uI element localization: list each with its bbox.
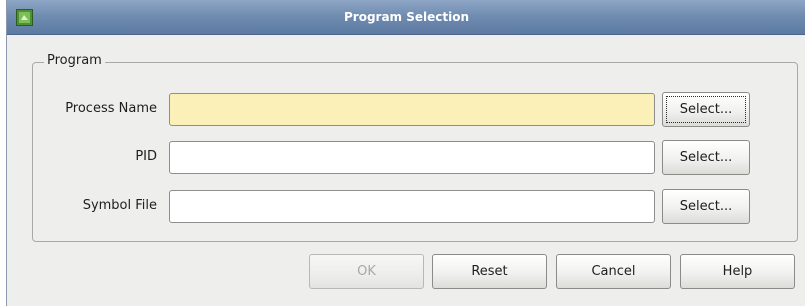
pid-select-button[interactable]: Select... <box>662 140 750 175</box>
process-name-select-label: Select... <box>679 102 733 117</box>
pid-input[interactable] <box>169 141 655 174</box>
reset-button[interactable]: Reset <box>432 254 547 289</box>
window-title: Program Selection <box>343 10 470 24</box>
ok-button[interactable]: OK <box>309 254 424 289</box>
ok-button-label: OK <box>357 264 376 279</box>
pid-select-label: Select... <box>679 150 733 165</box>
reset-button-label: Reset <box>471 264 508 279</box>
process-name-select-button[interactable]: Select... <box>662 92 750 127</box>
pid-label: PID <box>135 149 157 164</box>
cancel-button[interactable]: Cancel <box>556 254 671 289</box>
program-group-label: Program <box>44 53 105 69</box>
help-button[interactable]: Help <box>680 254 795 289</box>
program-selection-dialog: Program Selection Program Process Name S… <box>6 0 805 306</box>
symbol-file-label: Symbol File <box>82 198 157 213</box>
help-button-label: Help <box>722 264 753 279</box>
cancel-button-label: Cancel <box>591 264 636 279</box>
title-bar[interactable]: Program Selection <box>7 0 805 35</box>
symbol-file-input[interactable] <box>169 190 655 223</box>
process-name-label: Process Name <box>65 101 157 116</box>
process-name-input[interactable] <box>169 93 655 126</box>
symbol-file-select-label: Select... <box>679 199 733 214</box>
symbol-file-select-button[interactable]: Select... <box>662 189 750 224</box>
